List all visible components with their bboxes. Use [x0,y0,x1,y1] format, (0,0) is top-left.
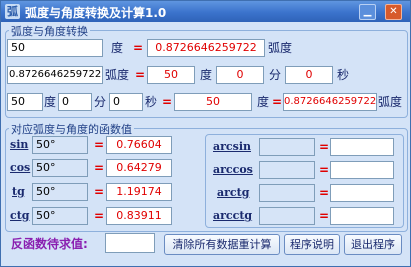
function-group-title: 对应弧度与角度的函数值 [9,121,134,137]
radian-label: 弧度 [268,41,293,55]
equals-sign: = [319,209,330,223]
app-icon: 弧 [5,4,20,19]
ctg-angle[interactable]: 50° [32,207,88,225]
arcctg-label: arcctg [213,209,253,222]
arcsin-output[interactable] [330,138,394,156]
radian-output[interactable]: 0.8726646259722 [283,93,377,111]
radian-input[interactable]: 0.8726646259722 [7,66,103,84]
radian-label: 弧度 [105,68,130,82]
tg-label: tg [12,185,25,198]
second-label: 秒 [337,68,350,82]
conversion-group-title: 弧度与角度转换 [9,23,90,39]
app-window: 弧 弧度与角度转换及计算1.0 ▁ ✕ 弧度与角度转换 50 度 = 0.872… [0,0,411,267]
close-icon[interactable]: ✕ [385,4,402,20]
inverse-input-label: 反函数待求值: [11,237,88,251]
equals-sign: = [319,163,330,177]
sin-value[interactable]: 0.76604 [106,136,172,154]
second-label: 秒 [145,95,158,109]
equals-sign: = [94,138,105,152]
total-degree-output[interactable]: 50 [174,93,252,111]
equals-sign: = [94,185,105,199]
arctg-input[interactable] [259,184,315,202]
ctg-label: ctg [10,209,30,222]
arccos-label: arccos [213,163,253,176]
cos-angle[interactable]: 50° [32,159,88,177]
arccos-input[interactable] [259,161,315,179]
equals-sign: = [319,186,330,200]
minute-input[interactable]: 0 [58,93,92,111]
tg-value[interactable]: 1.19174 [106,183,172,201]
equals-sign: = [94,209,105,223]
cos-label: cos [10,161,31,174]
equals-sign: = [94,161,105,175]
degree-input[interactable]: 50 [7,39,103,57]
equals-sign: = [133,41,144,55]
arctg-output[interactable] [330,184,394,202]
arcctg-input[interactable] [259,207,315,225]
inverse-value-input[interactable] [105,233,155,253]
arcsin-label: arcsin [213,140,251,153]
degree-output[interactable]: 50 [147,66,195,84]
exit-button[interactable]: 退出程序 [344,234,402,255]
arcctg-output[interactable] [330,207,394,225]
arccos-output[interactable] [330,161,394,179]
degree-input[interactable]: 50 [7,93,43,111]
help-button[interactable]: 程序说明 [284,234,340,255]
equals-sign: = [162,95,173,109]
sin-angle[interactable]: 50° [32,136,88,154]
clear-recalculate-button[interactable]: 清除所有数据重计算 [164,234,280,255]
second-output[interactable]: 0 [285,66,333,84]
cos-value[interactable]: 0.64279 [106,159,172,177]
window-title: 弧度与角度转换及计算1.0 [25,6,167,20]
minute-label: 分 [269,68,282,82]
equals-sign: = [272,95,283,109]
minute-label: 分 [94,95,107,109]
equals-sign: = [319,140,330,154]
degree-label: 度 [257,95,270,109]
minimize-icon[interactable]: ▁ [359,4,376,20]
degree-label: 度 [111,41,124,55]
second-input[interactable]: 0 [109,93,143,111]
arctg-label: arctg [217,186,250,199]
equals-sign: = [135,68,146,82]
degree-label: 度 [44,95,57,109]
degree-label: 度 [200,68,213,82]
radian-output[interactable]: 0.8726646259722 [147,39,265,57]
title-bar: 弧 弧度与角度转换及计算1.0 ▁ ✕ [1,1,410,22]
arcsin-input[interactable] [259,138,315,156]
sin-label: sin [10,138,29,151]
minute-output[interactable]: 0 [216,66,264,84]
ctg-value[interactable]: 0.83911 [106,207,172,225]
tg-angle[interactable]: 50° [32,183,88,201]
radian-label: 弧度 [378,95,403,109]
